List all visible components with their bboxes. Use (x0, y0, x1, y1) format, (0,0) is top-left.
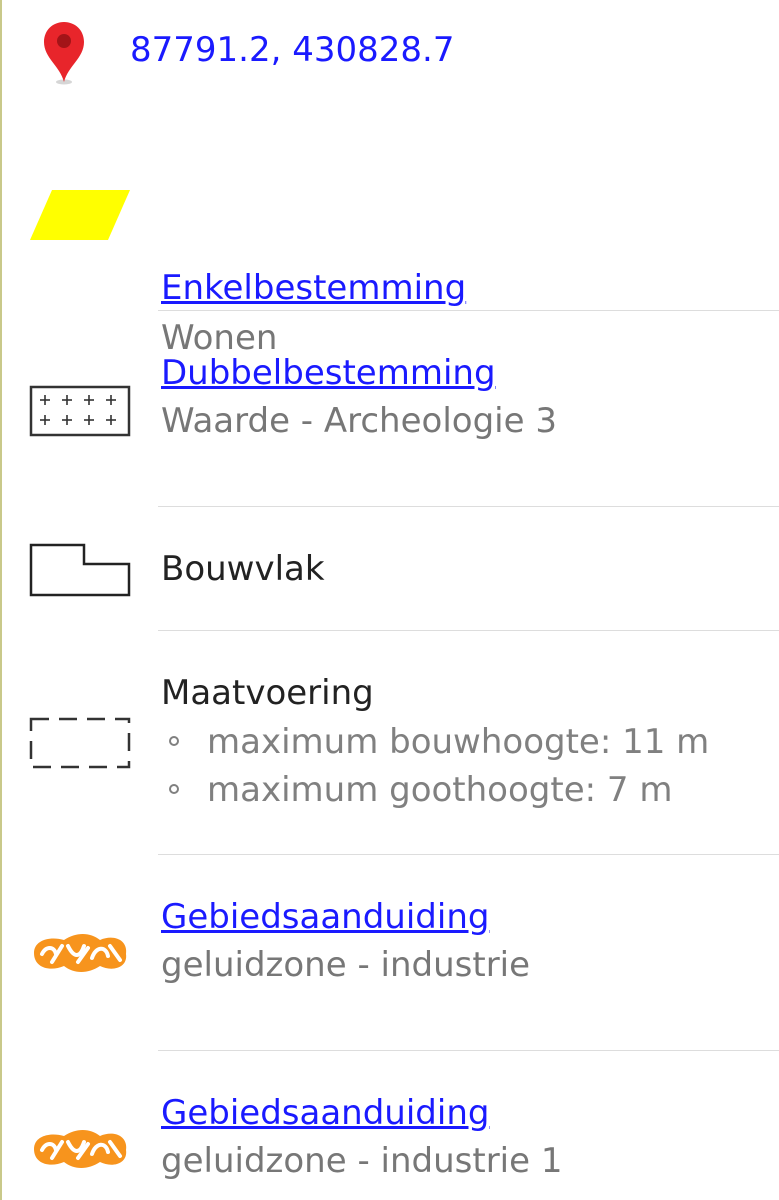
plus-grid-icon (29, 385, 131, 437)
bouwvlak-label: Bouwvlak (161, 549, 325, 589)
building-outline-icon (29, 543, 131, 597)
orange-pattern-icon (34, 1130, 127, 1168)
gebiedsaanduiding-value: geluidzone - industrie 1 (161, 1141, 563, 1181)
detail-item: maximum bouwhoogte: 11 m (161, 718, 709, 766)
yellow-parallelogram-icon (30, 190, 130, 240)
map-pin-icon (44, 22, 84, 85)
gebiedsaanduiding-link[interactable]: Gebiedsaanduiding (161, 894, 489, 940)
list-item-dubbelbestemming: Dubbelbestemming Waarde - Archeologie 3 (0, 310, 779, 507)
dubbelbestemming-link[interactable]: Dubbelbestemming (161, 350, 496, 396)
gebiedsaanduiding-value: geluidzone - industrie (161, 945, 531, 985)
dashed-rectangle-icon (29, 717, 131, 769)
list-item-enkelbestemming: Enkelbestemming Wonen (0, 110, 779, 358)
detail-item: maximum goothoogte: 7 m (161, 766, 709, 814)
bullet-icon (169, 784, 179, 794)
list-item-gebiedsaanduiding: Gebiedsaanduiding geluidzone - industrie (0, 854, 779, 1051)
detail-text: maximum goothoogte: 7 m (207, 770, 673, 810)
coordinates-link[interactable]: 87791.2, 430828.7 (130, 28, 454, 72)
maatvoering-details: maximum bouwhoogte: 11 m maximum goothoo… (161, 718, 709, 814)
maatvoering-label: Maatvoering (161, 673, 374, 713)
dubbelbestemming-value: Waarde - Archeologie 3 (161, 401, 557, 441)
orange-pattern-icon (34, 934, 127, 972)
detail-text: maximum bouwhoogte: 11 m (207, 722, 710, 762)
list-item-maatvoering: Maatvoering maximum bouwhoogte: 11 m max… (0, 630, 779, 855)
enkelbestemming-link[interactable]: Enkelbestemming (161, 265, 466, 311)
bullet-icon (169, 736, 179, 746)
list-item-bouwvlak: Bouwvlak (0, 506, 779, 631)
location-row: 87791.2, 430828.7 (0, 0, 779, 110)
gebiedsaanduiding-link[interactable]: Gebiedsaanduiding (161, 1090, 489, 1136)
list-item-gebiedsaanduiding: Gebiedsaanduiding geluidzone - industrie… (0, 1050, 779, 1200)
